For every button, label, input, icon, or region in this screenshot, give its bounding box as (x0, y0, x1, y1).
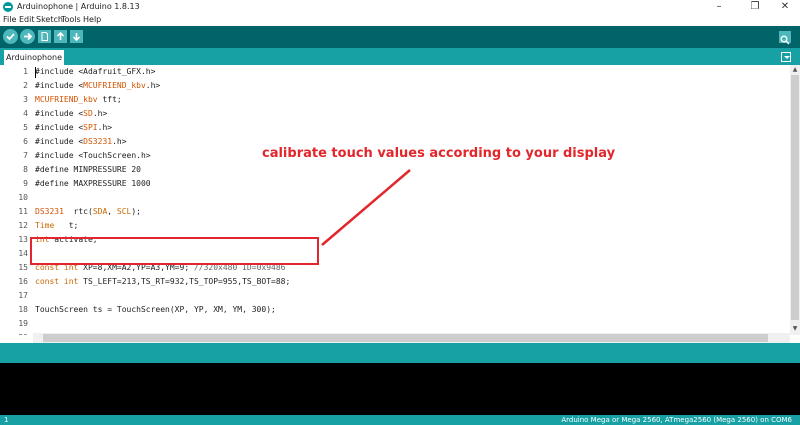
status-strip (0, 343, 800, 363)
status-bar: 1 Arduino Mega or Mega 2560, ATmega2560 … (0, 415, 800, 425)
current-line-number: 1 (4, 416, 9, 424)
output-console (0, 363, 800, 415)
annotation-text: calibrate touch values according to your… (262, 146, 616, 161)
board-port-status: Arduino Mega or Mega 2560, ATmega2560 (M… (561, 416, 792, 424)
